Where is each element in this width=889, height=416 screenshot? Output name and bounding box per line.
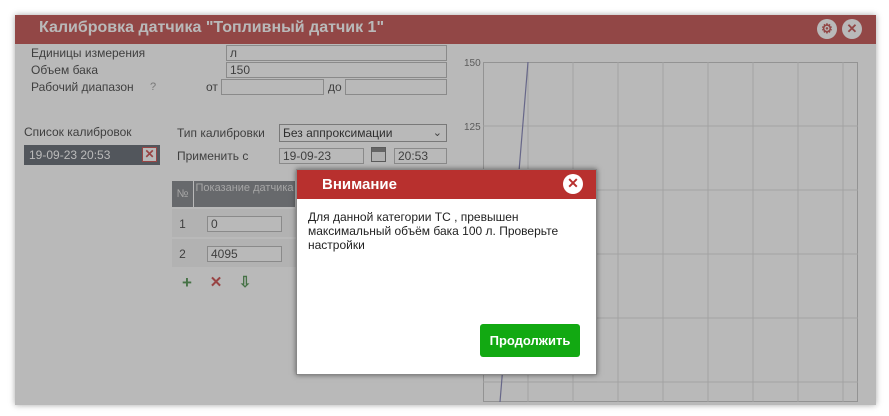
dialog-title: Внимание xyxy=(322,176,397,193)
dialog-message: Для данной категории ТС , превышен макси… xyxy=(308,210,559,252)
dialog-header: Внимание ✕ xyxy=(297,170,596,199)
page: Калибровка датчика "Топливный датчик 1" … xyxy=(0,0,889,416)
dialog-close-icon[interactable]: ✕ xyxy=(563,174,583,194)
warning-dialog: Внимание ✕ Для данной категории ТС , пре… xyxy=(296,169,597,375)
continue-button[interactable]: Продолжить xyxy=(480,324,580,357)
